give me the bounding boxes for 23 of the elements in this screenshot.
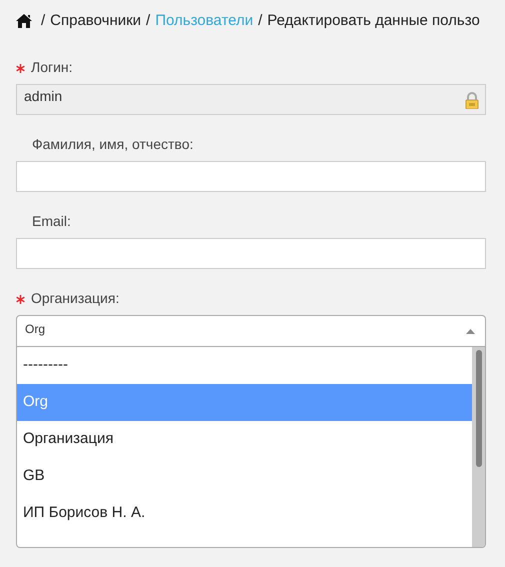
dropdown-option[interactable]: Организация	[17, 421, 472, 458]
required-asterisk-icon	[16, 295, 25, 304]
dropdown-option[interactable]: ---------	[17, 347, 472, 384]
breadcrumb-separator: /	[258, 10, 262, 31]
dropdown-option[interactable]: GB	[17, 458, 472, 495]
home-icon[interactable]	[16, 14, 32, 28]
breadcrumb-item: Справочники	[50, 10, 142, 31]
input-field[interactable]: admin	[16, 84, 486, 115]
lock-icon	[465, 92, 479, 109]
breadcrumb-separator: /	[41, 10, 46, 31]
breadcrumb-item: Редактировать данные пользо	[267, 10, 480, 31]
scrollbar[interactable]	[472, 347, 485, 547]
required-asterisk-icon	[16, 64, 25, 73]
field-label: Email:	[32, 212, 71, 230]
breadcrumb-separator: /	[146, 10, 150, 31]
input-field[interactable]	[16, 161, 486, 192]
field-label: Организация:	[31, 288, 120, 308]
input-field[interactable]	[16, 238, 486, 269]
select-field[interactable]: Org	[16, 315, 486, 347]
field-label: Фамилия, имя, отчество:	[32, 134, 194, 154]
field-label: Логин:	[31, 58, 73, 76]
dropdown-option[interactable]: ИП Борисов Н. А.	[17, 495, 472, 532]
caret-up-icon	[466, 328, 475, 334]
